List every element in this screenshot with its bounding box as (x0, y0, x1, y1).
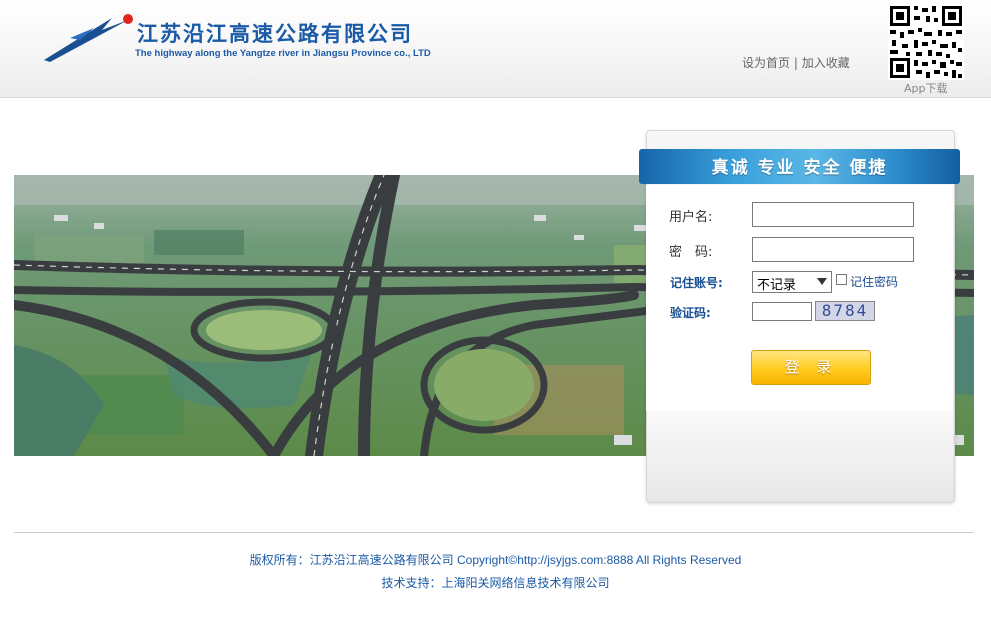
captcha-label: 验证码: (670, 306, 711, 320)
company-name-cn: 江苏沿江高速公路有限公司 (137, 22, 413, 46)
header-links: 设为首页 | 加入收藏 (742, 54, 850, 71)
remember-account-value: 不记录 (757, 278, 797, 293)
login-panel-footer (647, 411, 953, 501)
username-label: 用户名: (669, 210, 713, 225)
site-header: 江苏沿江高速公路有限公司 The highway along the Yangt… (0, 0, 991, 98)
set-homepage-link[interactable]: 设为首页 (742, 56, 790, 70)
login-button[interactable]: 登 录 (751, 350, 871, 385)
qr-code-icon[interactable] (888, 4, 964, 80)
footer-divider (14, 532, 974, 533)
footer-tech-support: 技术支持：上海阳关网络信息技术有限公司 (381, 576, 610, 590)
captcha-input[interactable] (752, 302, 812, 321)
captcha-image[interactable]: 8784 (815, 301, 875, 321)
remember-password-checkbox[interactable] (836, 274, 847, 285)
footer-copyright: 版权所有：江苏沿江高速公路有限公司 Copyright©http://jsyjg… (249, 553, 742, 567)
company-logo-icon (44, 14, 133, 62)
password-input[interactable] (752, 237, 914, 262)
remember-account-select[interactable]: 不记录 (752, 271, 832, 293)
remember-account-label: 记住账号: (670, 276, 723, 290)
remember-password-label[interactable]: 记住密码 (850, 273, 898, 290)
chevron-down-icon (817, 278, 827, 285)
username-input[interactable] (752, 202, 914, 227)
company-name-en: The highway along the Yangtze river in J… (135, 48, 431, 59)
app-download-label[interactable]: App下载 (904, 80, 948, 96)
add-favorite-link[interactable]: 加入收藏 (802, 56, 850, 70)
login-slogan: 真诚 专业 安全 便捷 (711, 158, 888, 178)
link-separator: | (793, 56, 798, 70)
password-label: 密 码: (669, 245, 713, 260)
